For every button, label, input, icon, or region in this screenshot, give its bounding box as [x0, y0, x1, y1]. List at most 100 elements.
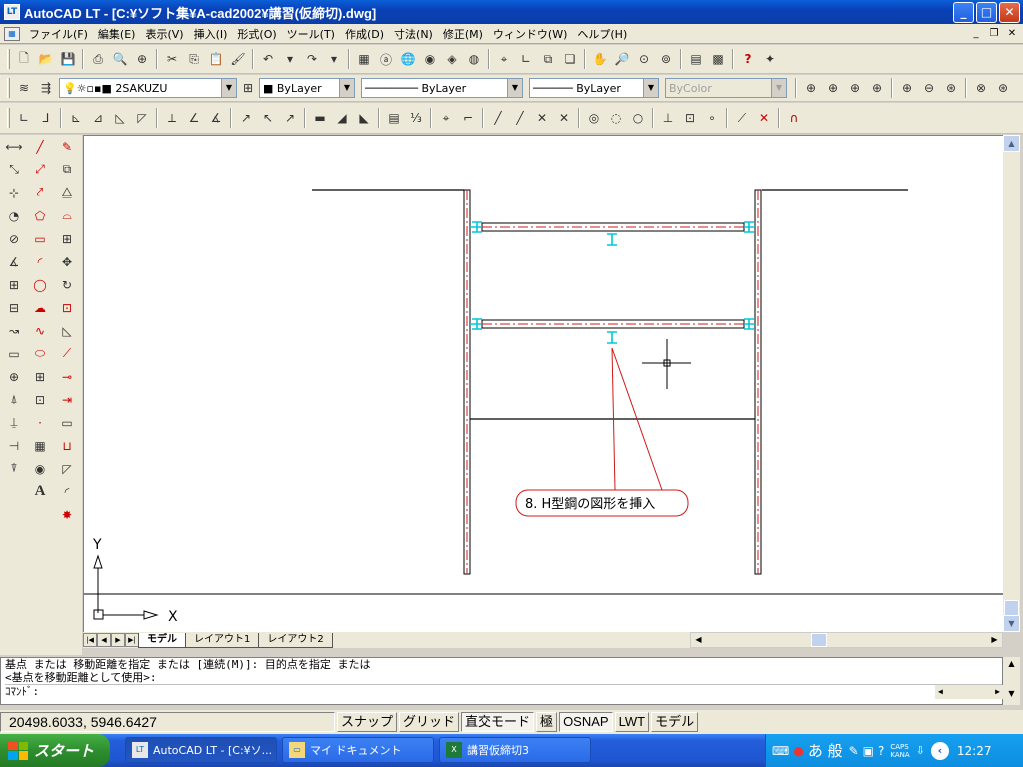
snap-apparent-intersection-icon[interactable]: ✕ — [553, 107, 575, 129]
snap-toggle[interactable]: スナップ — [337, 712, 398, 732]
menu-insert[interactable]: 挿入(I) — [189, 26, 233, 42]
ucs-icon[interactable]: ∟ — [515, 48, 537, 70]
copy-object-icon[interactable]: ⧉ — [54, 158, 80, 181]
snap-midpoint-icon[interactable]: ╱ — [509, 107, 531, 129]
ucs-x-icon[interactable]: ⟂ — [161, 107, 183, 129]
zoom-extents-icon[interactable]: ⊗ — [970, 77, 992, 99]
scroll-up-icon[interactable]: ▲ — [1003, 657, 1020, 671]
ellipse-icon[interactable]: ⬭ — [27, 342, 53, 365]
dim-aligned-icon[interactable]: ⤡ — [1, 158, 27, 181]
design-center-icon[interactable]: ▦ — [353, 48, 375, 70]
ucs-face-icon[interactable]: ◺ — [109, 107, 131, 129]
zoom-realtime-icon[interactable]: ⊕ — [800, 77, 822, 99]
array-icon[interactable]: ⊞ — [54, 227, 80, 250]
command-hscroll[interactable]: ◀ ▶ — [935, 685, 1003, 699]
vertical-scroll-thumb[interactable] — [1004, 600, 1019, 616]
snap-from-icon[interactable]: ⌐ — [457, 107, 479, 129]
zoom-in-icon[interactable]: ⊕ — [896, 77, 918, 99]
properties-icon[interactable]: ▤ — [685, 48, 707, 70]
osnap-settings-icon[interactable]: ∩ — [783, 107, 805, 129]
draworder-icon[interactable]: ❏ — [559, 48, 581, 70]
menu-tools[interactable]: ツール(T) — [282, 26, 340, 42]
point-icon[interactable]: · — [27, 411, 53, 434]
ucs-rotate-y-icon[interactable]: ↖ — [257, 107, 279, 129]
stretch-icon[interactable]: ◺ — [54, 319, 80, 342]
tab-first-icon[interactable]: |◀ — [83, 633, 97, 647]
dim-leader-icon[interactable]: ▭ — [1, 342, 27, 365]
polygon-icon[interactable]: ⬠ — [27, 204, 53, 227]
aligned-dimension-icon[interactable]: ◢ — [331, 107, 353, 129]
tab-prev-icon[interactable]: ◀ — [97, 633, 111, 647]
horizontal-scroll-thumb[interactable] — [811, 633, 827, 647]
scroll-down-icon[interactable]: ▼ — [1003, 687, 1020, 701]
fillet-icon[interactable]: ◜ — [54, 480, 80, 503]
dimension-style-icon[interactable]: ⅓ — [405, 107, 427, 129]
dim-continue-icon[interactable]: ↝ — [1, 319, 27, 342]
globe-icon[interactable]: ◍ — [463, 48, 485, 70]
ucs-3point-icon[interactable]: ∡ — [205, 107, 227, 129]
document-icon[interactable]: ▦ — [4, 26, 20, 41]
snap-tangent-icon[interactable]: ○ — [627, 107, 649, 129]
zoom-center-icon[interactable]: ⊛ — [992, 77, 1014, 99]
text-icon[interactable]: A — [27, 480, 53, 503]
ucs-rotate-x-icon[interactable]: ↗ — [235, 107, 257, 129]
tray-chevron-icon[interactable]: ‹ — [930, 741, 949, 760]
quick-dimension-icon[interactable]: ⊞ — [1, 273, 27, 296]
zoom-window-icon[interactable]: ⊕ — [822, 77, 844, 99]
line-icon[interactable]: ╱ — [27, 135, 53, 158]
taskbar-mydocuments-button[interactable]: ▭ マイ ドキュメント — [282, 737, 434, 763]
clock[interactable]: 12:27 — [957, 744, 992, 758]
close-button[interactable]: ✕ — [999, 2, 1020, 23]
spline-icon[interactable]: ∿ — [27, 319, 53, 342]
tab-model[interactable]: モデル — [138, 632, 186, 648]
toolbar-grip[interactable] — [7, 49, 10, 69]
publish-icon[interactable]: ⊕ — [131, 48, 153, 70]
linear-dimension-icon[interactable]: ▬ — [309, 107, 331, 129]
break-icon[interactable]: ▭ — [54, 411, 80, 434]
browser-icon[interactable]: 🌐 — [397, 48, 419, 70]
dim-angular-icon[interactable]: ∡ — [1, 250, 27, 273]
tab-next-icon[interactable]: ▶ — [111, 633, 125, 647]
polar-toggle[interactable]: 極 — [536, 712, 558, 732]
tab-layout1[interactable]: レイアウト1 — [185, 632, 260, 648]
zoom-previous-icon[interactable]: ⊚ — [655, 48, 677, 70]
dim-baseline-icon[interactable]: ⊟ — [1, 296, 27, 319]
layer-dropdown[interactable]: 💡☼▫▪■ 2SAKUZU ▼ — [59, 78, 237, 98]
make-current-layer-icon[interactable]: ⊞ — [237, 77, 259, 99]
keyboard-icon[interactable]: ⌨ — [772, 744, 789, 758]
lengthen-icon[interactable]: ⟋ — [54, 342, 80, 365]
toolbar-grip[interactable] — [7, 108, 10, 128]
print-preview-icon[interactable]: 🔍 — [109, 48, 131, 70]
ucs-z-icon[interactable]: ∠ — [183, 107, 205, 129]
lwt-toggle[interactable]: LWT — [614, 712, 650, 732]
menu-dimension[interactable]: 寸法(N) — [389, 26, 438, 42]
drawing-area[interactable]: 8. H型鋼の図形を挿入 Y X — [83, 135, 1004, 632]
zoom-out-icon[interactable]: ⊖ — [918, 77, 940, 99]
snap-endpoint-icon[interactable]: ╱ — [487, 107, 509, 129]
ime-pad-icon[interactable]: ✎ — [849, 744, 859, 758]
doc-close-button[interactable]: ✕ — [1004, 27, 1020, 41]
rotate-icon[interactable]: ↻ — [54, 273, 80, 296]
undo-dropdown-icon[interactable]: ▾ — [279, 48, 301, 70]
dim-ordinate-icon[interactable]: ⊹ — [1, 181, 27, 204]
grid-toggle[interactable]: グリッド — [399, 712, 460, 732]
snap-center-icon[interactable]: ◎ — [583, 107, 605, 129]
autodesk-icon[interactable]: ⓐ — [375, 48, 397, 70]
menu-view[interactable]: 表示(V) — [140, 26, 188, 42]
taskbar-autocad-button[interactable]: LT AutoCAD LT - [C:¥ソ... — [125, 737, 277, 763]
ucs-object-icon[interactable]: ⊿ — [87, 107, 109, 129]
snap-perpendicular-icon[interactable]: ⊥ — [657, 107, 679, 129]
menu-modify[interactable]: 修正(M) — [438, 26, 488, 42]
ime-tool-icon[interactable]: ▣ — [863, 744, 874, 758]
snap-nearest-icon[interactable]: ⟋ — [731, 107, 753, 129]
offset-icon[interactable]: ⌓ — [54, 204, 80, 227]
snap-tracking-icon[interactable]: ⌖ — [493, 48, 515, 70]
dim-text-edit-icon[interactable]: ⊣ — [1, 434, 27, 457]
ime-help-icon[interactable]: ? — [878, 744, 884, 758]
new-icon[interactable]: 🗋 — [13, 48, 35, 70]
dim-edit-icon[interactable]: ⍊ — [1, 411, 27, 434]
command-input-row[interactable]: ｺﾏﾝﾄﾞ: ◀ ▶ — [5, 684, 1003, 699]
dimension-text-icon[interactable]: ▤ — [383, 107, 405, 129]
dim-diameter-icon[interactable]: ⊘ — [1, 227, 27, 250]
move-icon[interactable]: ✥ — [54, 250, 80, 273]
